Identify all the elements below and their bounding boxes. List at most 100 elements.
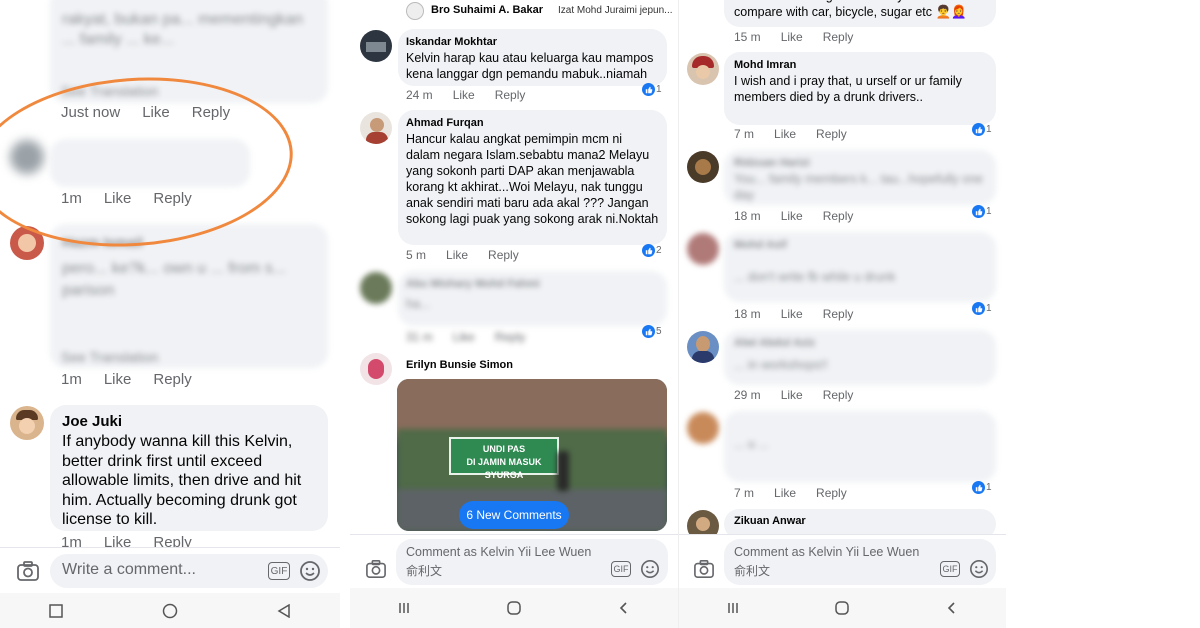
new-comments-button[interactable]: 6 New Comments bbox=[459, 501, 569, 529]
reaction-count[interactable]: 5 bbox=[642, 325, 662, 338]
avatar[interactable] bbox=[10, 140, 44, 174]
like-button[interactable]: Like bbox=[142, 104, 170, 121]
home-icon[interactable] bbox=[506, 600, 522, 616]
like-button[interactable]: Like bbox=[781, 209, 803, 223]
comment-text: pero... ke?k... own u ... from s... pari… bbox=[62, 260, 287, 299]
emoji-icon[interactable] bbox=[969, 559, 989, 584]
like-button[interactable]: Like bbox=[774, 127, 796, 141]
reaction-count[interactable]: 1 bbox=[972, 481, 992, 494]
avatar[interactable] bbox=[687, 151, 719, 183]
camera-icon[interactable] bbox=[16, 560, 40, 587]
reply-button[interactable]: Reply bbox=[823, 209, 854, 223]
comment-author[interactable]: Iskandar Mokhtar bbox=[406, 36, 659, 48]
reaction-count[interactable]: 1 bbox=[972, 123, 992, 136]
avatar[interactable] bbox=[687, 331, 719, 363]
see-translation-link[interactable]: See Translation bbox=[61, 349, 158, 365]
comment-bubble: Mohd Imran I wish and i pray that, u urs… bbox=[724, 52, 996, 125]
comment-author[interactable]: Mohd Imran bbox=[734, 59, 986, 71]
back-icon[interactable] bbox=[277, 603, 291, 618]
like-button[interactable]: Like bbox=[453, 330, 475, 344]
reaction-count[interactable]: 1 bbox=[642, 83, 662, 96]
comment-actions: Just now Like Reply bbox=[61, 104, 230, 121]
gif-button[interactable]: GIF bbox=[268, 562, 290, 580]
comment-time: 1m bbox=[61, 190, 82, 207]
system-nav-bar bbox=[679, 588, 1006, 628]
avatar[interactable] bbox=[360, 30, 392, 62]
comment-composer: Comment as Kelvin Yii Lee Wuen 俞利文 GIF bbox=[679, 534, 1006, 588]
comment-time: 15 m bbox=[734, 30, 761, 44]
thumbs-up-icon bbox=[972, 123, 985, 136]
home-icon[interactable] bbox=[162, 603, 178, 619]
comment-bubble: Alcohol is never good and why need to co… bbox=[724, 0, 996, 27]
reply-button[interactable]: Reply bbox=[488, 248, 519, 262]
reply-button[interactable]: Reply bbox=[495, 88, 526, 102]
recent-apps-icon[interactable] bbox=[49, 603, 64, 618]
comments-panel-right: Alcohol is never good and why need to co… bbox=[678, 0, 1006, 628]
comment-text: I wish and i pray that, u urself or ur f… bbox=[734, 74, 962, 104]
back-icon[interactable] bbox=[945, 601, 959, 615]
reply-button[interactable]: Reply bbox=[823, 307, 854, 321]
like-button[interactable]: Like bbox=[781, 30, 803, 44]
comment-actions: 5 m Like Reply bbox=[406, 248, 519, 262]
comment-author[interactable]: Bro Suhaimi A. Bakar bbox=[431, 4, 543, 16]
comment-text: ... don't write fb while u drunk bbox=[734, 270, 896, 284]
avatar[interactable] bbox=[360, 272, 392, 304]
like-button[interactable]: Like bbox=[774, 486, 796, 500]
reply-button[interactable]: Reply bbox=[823, 30, 854, 44]
reply-button[interactable]: Reply bbox=[153, 371, 191, 388]
reaction-count[interactable]: 1 bbox=[972, 302, 992, 315]
panel-divider bbox=[340, 0, 350, 628]
gif-button[interactable]: GIF bbox=[611, 561, 631, 577]
like-button[interactable]: Like bbox=[781, 388, 803, 402]
back-icon[interactable] bbox=[617, 601, 631, 615]
comment-actions: 18 m Like Reply bbox=[734, 209, 853, 223]
avatar[interactable] bbox=[687, 412, 719, 444]
comment-author[interactable]: Erilyn Bunsie Simon bbox=[406, 359, 513, 371]
like-button[interactable]: Like bbox=[446, 248, 468, 262]
avatar[interactable] bbox=[360, 112, 392, 144]
emoji-icon[interactable] bbox=[640, 559, 660, 584]
camera-icon[interactable] bbox=[365, 559, 387, 584]
reaction-count[interactable]: 2 bbox=[642, 244, 662, 257]
emoji-icon[interactable] bbox=[299, 560, 321, 587]
comment-author: Hazm Ismail bbox=[62, 234, 143, 250]
comment-author[interactable]: Ahmad Furqan bbox=[406, 117, 659, 129]
reply-button[interactable]: Reply bbox=[823, 388, 854, 402]
avatar[interactable] bbox=[687, 53, 719, 85]
reply-button[interactable]: Reply bbox=[495, 330, 526, 344]
avatar[interactable] bbox=[406, 2, 424, 20]
recent-apps-icon[interactable] bbox=[397, 601, 411, 615]
comment-actions: 18 m Like Reply bbox=[734, 307, 853, 321]
avatar[interactable] bbox=[687, 233, 719, 265]
recent-apps-icon[interactable] bbox=[726, 601, 740, 615]
comment-text: You... family members k... tau...hopeful… bbox=[734, 172, 983, 202]
see-translation-link[interactable]: See Translation bbox=[61, 83, 158, 99]
comment-author[interactable]: Joe Juki bbox=[62, 413, 316, 430]
like-button[interactable]: Like bbox=[453, 88, 475, 102]
reaction-number: 5 bbox=[656, 326, 662, 337]
avatar[interactable] bbox=[10, 406, 44, 440]
comment-bubble: Iskandar Mokhtar Kelvin harap kau atau k… bbox=[398, 29, 667, 86]
comment-time: Just now bbox=[61, 104, 121, 121]
comments-panel-middle: Bro Suhaimi A. Bakar Izat Mohd Juraimi j… bbox=[350, 0, 678, 628]
reply-button[interactable]: Reply bbox=[153, 190, 191, 207]
comment-bubble: Ridzuan Harizi You... family members k..… bbox=[724, 150, 996, 205]
like-button[interactable]: Like bbox=[104, 190, 132, 207]
comment-author[interactable]: Zikuan Anwar bbox=[734, 515, 986, 527]
reply-button[interactable]: Reply bbox=[816, 486, 847, 500]
like-button[interactable]: Like bbox=[104, 371, 132, 388]
reaction-count[interactable]: 1 bbox=[972, 205, 992, 218]
comment-bubble: Alwi Abdul Aziz ... in workshops!! bbox=[724, 330, 996, 385]
reply-button[interactable]: Reply bbox=[816, 127, 847, 141]
reply-button[interactable]: Reply bbox=[192, 104, 230, 121]
home-icon[interactable] bbox=[834, 600, 850, 616]
avatar[interactable] bbox=[10, 226, 44, 260]
like-button[interactable]: Like bbox=[781, 307, 803, 321]
gif-button[interactable]: GIF bbox=[940, 561, 960, 577]
camera-icon[interactable] bbox=[693, 559, 715, 584]
reaction-number: 1 bbox=[986, 482, 992, 493]
comment-time: 24 m bbox=[406, 88, 433, 102]
comment-text: ha... bbox=[406, 297, 431, 311]
avatar[interactable] bbox=[360, 353, 392, 385]
comment-actions: 1m Like Reply bbox=[61, 371, 192, 388]
